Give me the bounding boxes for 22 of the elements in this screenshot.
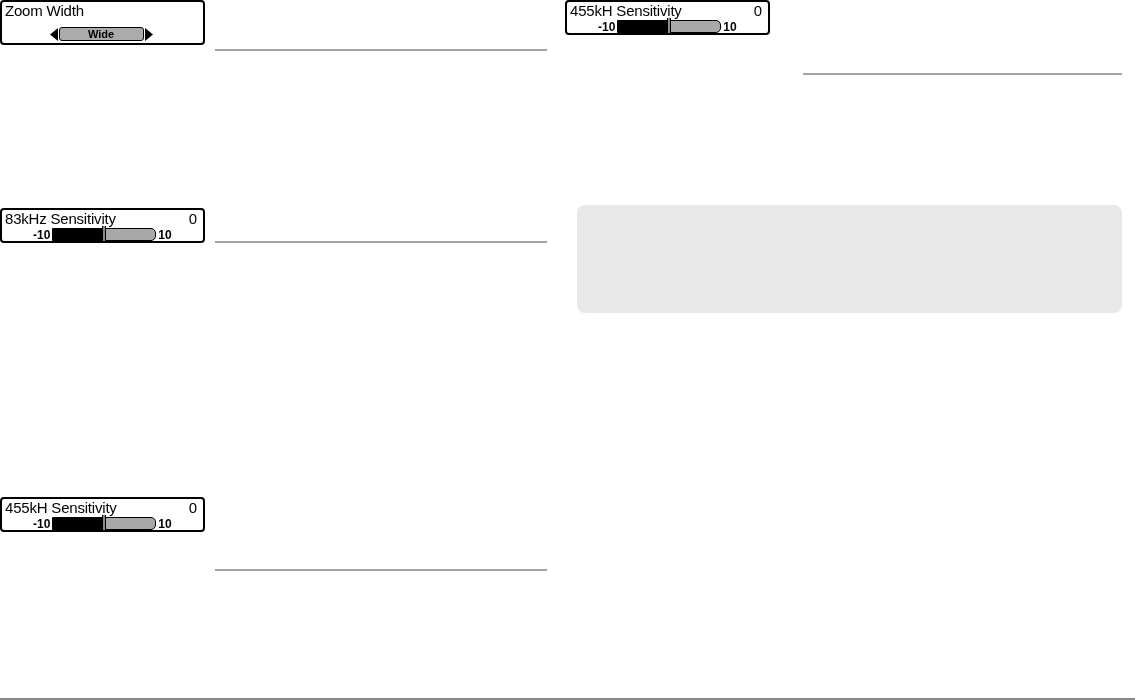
left-arrow-icon[interactable] xyxy=(49,27,58,41)
menu-title: Zoom Width xyxy=(5,3,84,19)
scale-max-label: 10 xyxy=(158,517,172,530)
setting-value: 0 xyxy=(188,500,197,516)
menu-title: 455kH Sensitivity xyxy=(570,3,682,19)
slider-thumb[interactable] xyxy=(102,226,107,241)
scale-min-label: -10 xyxy=(598,20,616,33)
scale-min-label: -10 xyxy=(33,517,51,530)
scale-max-label: 10 xyxy=(723,20,737,33)
scale-min-label: -10 xyxy=(33,228,51,241)
scale-max-label: 10 xyxy=(158,228,172,241)
setting-value: 0 xyxy=(188,211,197,227)
slider-thumb[interactable] xyxy=(667,18,672,33)
right-arrow-icon[interactable] xyxy=(144,27,153,41)
slider-thumb[interactable] xyxy=(102,515,107,530)
menu-title: 83kHz Sensitivity xyxy=(5,211,116,227)
slider-track[interactable] xyxy=(52,517,157,530)
option-value[interactable]: Wide xyxy=(58,27,144,41)
slider-track[interactable] xyxy=(617,20,722,33)
menu-title: 455kH Sensitivity xyxy=(5,500,117,516)
slider-track[interactable] xyxy=(52,228,157,241)
setting-value: 0 xyxy=(753,3,762,19)
